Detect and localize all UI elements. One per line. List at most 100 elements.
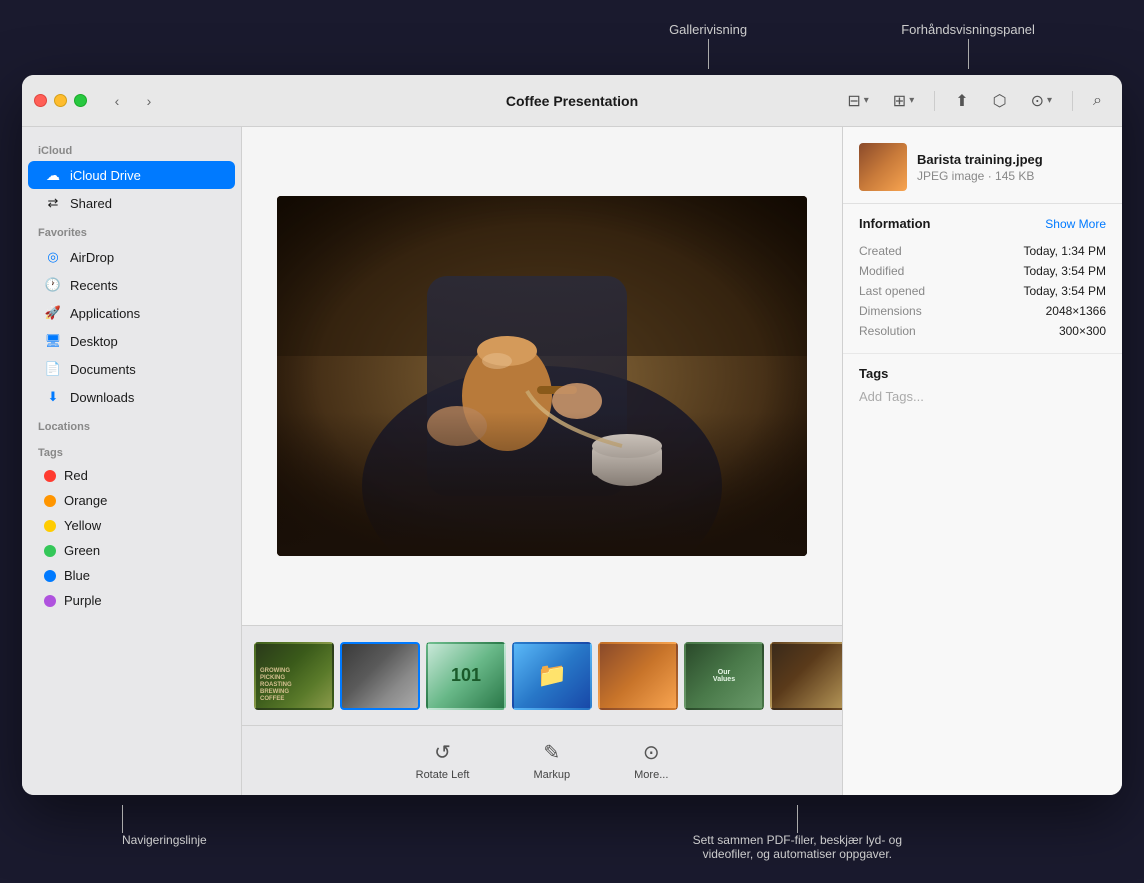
shared-icon: ⇄ [44, 194, 62, 212]
downloads-label: Downloads [70, 390, 134, 405]
close-button[interactable] [34, 94, 47, 107]
more-actions-icon: ⊙ [643, 740, 660, 765]
tags-section: Tags Add Tags... [843, 354, 1122, 416]
main-content: iCloud ☁ iCloud Drive ⇄ Shared Favorites… [22, 127, 1122, 795]
last-opened-value: Today, 3:54 PM [1024, 284, 1107, 298]
group-icon: ⊞ [893, 91, 906, 111]
thumbnail-item[interactable] [770, 642, 842, 710]
sidebar-item-desktop[interactable]: 🖥 Desktop [28, 327, 235, 355]
navigation-buttons: ‹ › [103, 90, 163, 112]
thumbnail-item[interactable]: GROWINGPICKINGROASTINGBREWINGCOFFEE [254, 642, 334, 710]
traffic-lights [34, 94, 87, 107]
downloads-icon: ⬇ [44, 388, 62, 406]
information-section: Information Show More Created Today, 1:3… [843, 204, 1122, 354]
resolution-label: Resolution [859, 324, 916, 338]
toolbar-actions: ⊟ ▾ ⊞ ▾ ⬆ ⬡ ⊙ ▾ [839, 87, 1110, 115]
forward-button[interactable]: › [135, 90, 163, 112]
view-chevron-icon: ▾ [864, 95, 869, 106]
recents-label: Recents [70, 278, 118, 293]
window-title: Coffee Presentation [506, 93, 638, 109]
markup-icon: ✎ [543, 740, 560, 765]
more-actions-button[interactable]: ⊙ ▾ [1023, 87, 1060, 115]
search-button[interactable]: ⌕ [1085, 88, 1110, 114]
tag-blue-label: Blue [64, 568, 90, 583]
bottom-action-bar: ↺ Rotate Left ✎ Markup ⊙ More... [242, 725, 842, 795]
barista-svg [277, 196, 807, 556]
markup-label: Markup [533, 769, 570, 781]
created-label: Created [859, 244, 902, 258]
tag-red-label: Red [64, 468, 88, 483]
rotate-left-label: Rotate Left [416, 769, 470, 781]
recents-icon: 🕐 [44, 276, 62, 294]
tag-blue-dot [44, 570, 56, 582]
sidebar-item-icloud-drive[interactable]: ☁ iCloud Drive [28, 161, 235, 189]
modified-label: Modified [859, 264, 904, 278]
add-tags-field[interactable]: Add Tags... [859, 389, 1106, 404]
created-value: Today, 1:34 PM [1024, 244, 1107, 258]
preview-panel: Barista training.jpeg JPEG image · 145 K… [842, 127, 1122, 795]
toolbar-divider-2 [1072, 91, 1073, 111]
sidebar-item-recents[interactable]: 🕐 Recents [28, 271, 235, 299]
preview-filename: Barista training.jpeg [917, 152, 1106, 167]
sidebar-item-tag-yellow[interactable]: Yellow [28, 513, 235, 538]
show-more-button[interactable]: Show More [1045, 217, 1106, 231]
sidebar-item-applications[interactable]: 🚀 Applications [28, 299, 235, 327]
documents-icon: 📄 [44, 360, 62, 378]
tag-purple-dot [44, 595, 56, 607]
sidebar-item-tag-green[interactable]: Green [28, 538, 235, 563]
gallery-area [242, 127, 842, 625]
preview-file-info: Barista training.jpeg JPEG image · 145 K… [917, 152, 1106, 183]
sidebar-item-tag-blue[interactable]: Blue [28, 563, 235, 588]
maximize-button[interactable] [74, 94, 87, 107]
tag-red-dot [44, 470, 56, 482]
icloud-section-header: iCloud [22, 135, 241, 161]
tag-green-dot [44, 545, 56, 557]
thumbnail-item[interactable]: 📁 [512, 642, 592, 710]
sidebar-item-tag-purple[interactable]: Purple [28, 588, 235, 613]
thumbnail-item[interactable] [340, 642, 420, 710]
markup-button[interactable]: ✎ Markup [521, 734, 582, 787]
tag-yellow-dot [44, 520, 56, 532]
rotate-left-button[interactable]: ↺ Rotate Left [404, 734, 482, 787]
tag-orange-label: Orange [64, 493, 107, 508]
sidebar-item-documents[interactable]: 📄 Documents [28, 355, 235, 383]
info-row-dimensions: Dimensions 2048×1366 [859, 301, 1106, 321]
preview-filetype: JPEG image · 145 KB [917, 169, 1106, 183]
info-row-last-opened: Last opened Today, 3:54 PM [859, 281, 1106, 301]
sidebar: iCloud ☁ iCloud Drive ⇄ Shared Favorites… [22, 127, 242, 795]
sidebar-item-airdrop[interactable]: ◎ AirDrop [28, 243, 235, 271]
tags-button[interactable]: ⬡ [985, 87, 1015, 115]
info-row-resolution: Resolution 300×300 [859, 321, 1106, 341]
annotation-preview-panel: Forhåndsvisningspanel [901, 22, 1035, 37]
annotation-navigation-bar: Navigeringslinje [122, 833, 207, 847]
more-icon: ⊙ [1031, 91, 1044, 111]
sidebar-item-shared[interactable]: ⇄ Shared [28, 189, 235, 217]
more-chevron-icon: ▾ [1047, 95, 1052, 106]
toolbar-divider-1 [934, 91, 935, 111]
dimensions-value: 2048×1366 [1046, 304, 1106, 318]
share-button[interactable]: ⬆ [947, 87, 976, 115]
info-row-modified: Modified Today, 3:54 PM [859, 261, 1106, 281]
group-button[interactable]: ⊞ ▾ [885, 87, 922, 115]
more-button[interactable]: ⊙ More... [622, 734, 680, 787]
back-button[interactable]: ‹ [103, 90, 131, 112]
preview-header: Barista training.jpeg JPEG image · 145 K… [843, 127, 1122, 204]
minimize-button[interactable] [54, 94, 67, 107]
tag-green-label: Green [64, 543, 100, 558]
thumbnail-item[interactable]: 101 [426, 642, 506, 710]
thumbnail-item[interactable]: OurValues [684, 642, 764, 710]
view-switcher-button[interactable]: ⊟ ▾ [839, 87, 876, 115]
dimensions-label: Dimensions [859, 304, 922, 318]
sidebar-item-tag-orange[interactable]: Orange [28, 488, 235, 513]
titlebar: ‹ › Coffee Presentation ⊟ ▾ ⊞ ▾ ⬆ [22, 75, 1122, 127]
desktop-icon: 🖥 [44, 332, 62, 350]
gallery-image [277, 196, 807, 556]
sidebar-item-downloads[interactable]: ⬇ Downloads [28, 383, 235, 411]
tag-yellow-label: Yellow [64, 518, 101, 533]
information-section-header: Information Show More [859, 216, 1106, 231]
sidebar-item-tag-red[interactable]: Red [28, 463, 235, 488]
more-actions-label: More... [634, 769, 668, 781]
tags-title: Tags [859, 366, 1106, 381]
annotation-gallery: Gallerivisning [669, 22, 747, 37]
thumbnail-item[interactable] [598, 642, 678, 710]
